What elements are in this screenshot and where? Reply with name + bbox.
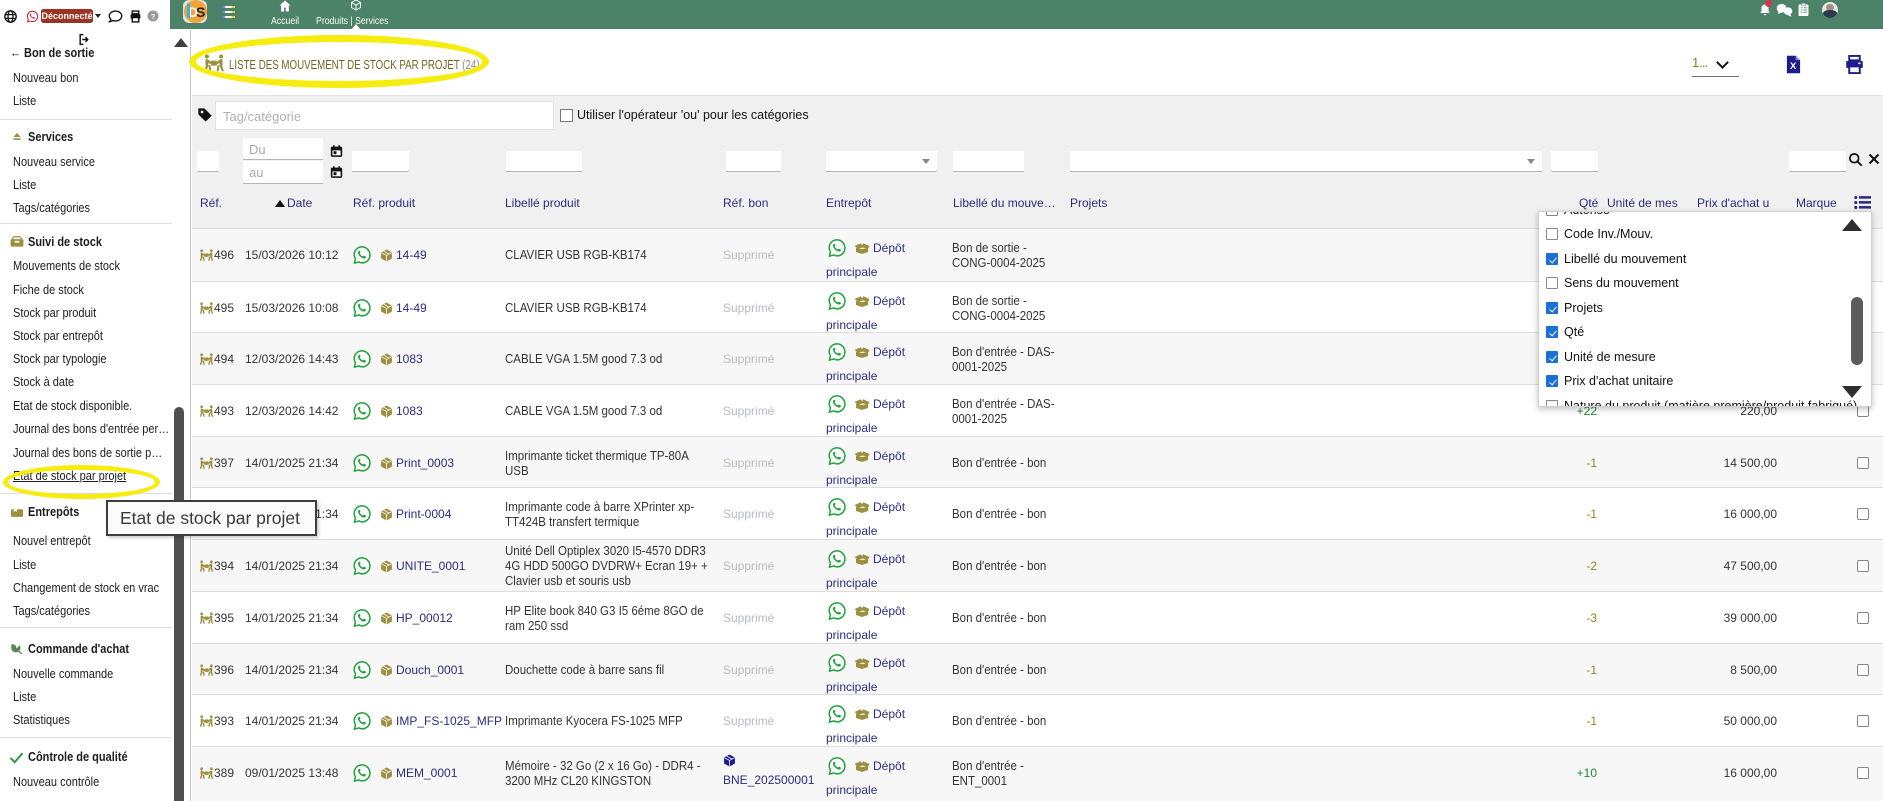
svg-text:X: X (1790, 61, 1797, 72)
svg-text:?: ? (151, 12, 156, 21)
